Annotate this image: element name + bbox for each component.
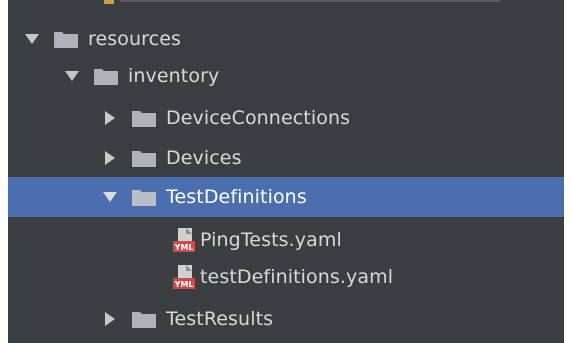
tree-item-label: resources [88, 28, 181, 50]
partial-row-cutoff [8, 0, 564, 10]
folder-icon [94, 67, 118, 85]
project-tree-panel: resources inventory DeviceConnections De… [8, 0, 564, 343]
tree-item-inventory[interactable]: inventory [8, 57, 564, 95]
yaml-badge-text: YML [174, 243, 194, 252]
folder-icon [54, 30, 78, 48]
yaml-file-icon: YML [172, 264, 196, 290]
folder-icon [132, 188, 156, 206]
triangle-down-icon[interactable] [64, 68, 80, 84]
tree-item-label: inventory [128, 65, 220, 87]
tree-item-label: testDefinitions.yaml [200, 266, 394, 288]
tree-item-testdefinitions-yaml[interactable]: YML testDefinitions.yaml [8, 258, 564, 296]
tree-item-resources[interactable]: resources [8, 20, 564, 58]
yaml-badge-text: YML [174, 280, 194, 289]
tree-item-testdefinitions[interactable]: TestDefinitions [8, 177, 564, 217]
tree-item-testresults[interactable]: TestResults [8, 300, 564, 338]
tree-item-label: TestDefinitions [166, 186, 307, 208]
tree-item-label: TestResults [166, 308, 274, 330]
partial-row-decor [104, 0, 500, 4]
triangle-right-icon[interactable] [102, 311, 118, 327]
tree-item-deviceconnections[interactable]: DeviceConnections [8, 99, 564, 137]
yaml-file-icon: YML [172, 227, 196, 253]
triangle-right-icon[interactable] [102, 110, 118, 126]
tree-item-label: DeviceConnections [166, 107, 351, 129]
tree-item-label: Devices [166, 147, 242, 169]
tree-item-devices[interactable]: Devices [8, 139, 564, 177]
folder-icon [132, 310, 156, 328]
folder-icon [132, 149, 156, 167]
tree-item-pingtests-yaml[interactable]: YML PingTests.yaml [8, 221, 564, 259]
folder-icon [132, 109, 156, 127]
tree-item-label: PingTests.yaml [200, 229, 342, 251]
triangle-right-icon[interactable] [102, 150, 118, 166]
triangle-down-icon[interactable] [24, 31, 40, 47]
triangle-down-icon[interactable] [102, 189, 118, 205]
